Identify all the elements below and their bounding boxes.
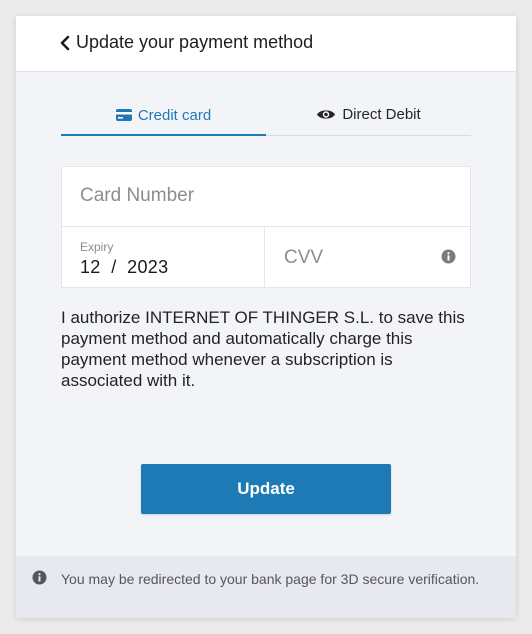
cvv-input[interactable] [284,247,424,269]
tab-label: Credit card [137,106,212,124]
expiry-value[interactable]: 12 / 2023 [80,257,168,278]
cvv-field [266,227,470,287]
expiry-field[interactable]: Expiry 12 / 2023 [62,227,265,287]
tab-credit-card[interactable]: Credit card [61,96,266,136]
tab-label: Direct Debit [342,105,421,123]
footer-text: You may be redirected to your bank page … [61,571,480,587]
expiry-year: 2023 [127,257,169,277]
back-link[interactable]: Update your payment method [60,32,313,53]
update-button[interactable]: Update [141,464,391,514]
back-label: Update your payment method [76,32,314,52]
info-icon[interactable] [441,249,456,264]
payment-card: Update your payment method Credit card D… [16,16,516,618]
expiry-month: 12 [80,257,101,277]
tab-direct-debit[interactable]: Direct Debit [266,94,471,134]
header: Update your payment method [16,16,516,72]
chevron-left-icon [60,35,70,50]
card-number-input[interactable] [80,185,450,207]
eye-icon [317,109,336,119]
expiry-label: Expiry [80,240,114,254]
footer-notice: You may be redirected to your bank page … [16,556,516,618]
info-icon [32,570,47,585]
card-form: Expiry 12 / 2023 [61,166,471,288]
authorization-text: I authorize INTERNET OF THINGER S.L. to … [61,308,465,390]
expiry-separator: / [111,257,117,277]
payment-tabs: Credit card Direct Debit [61,96,471,136]
credit-card-icon [115,109,132,121]
card-number-field [62,167,470,227]
